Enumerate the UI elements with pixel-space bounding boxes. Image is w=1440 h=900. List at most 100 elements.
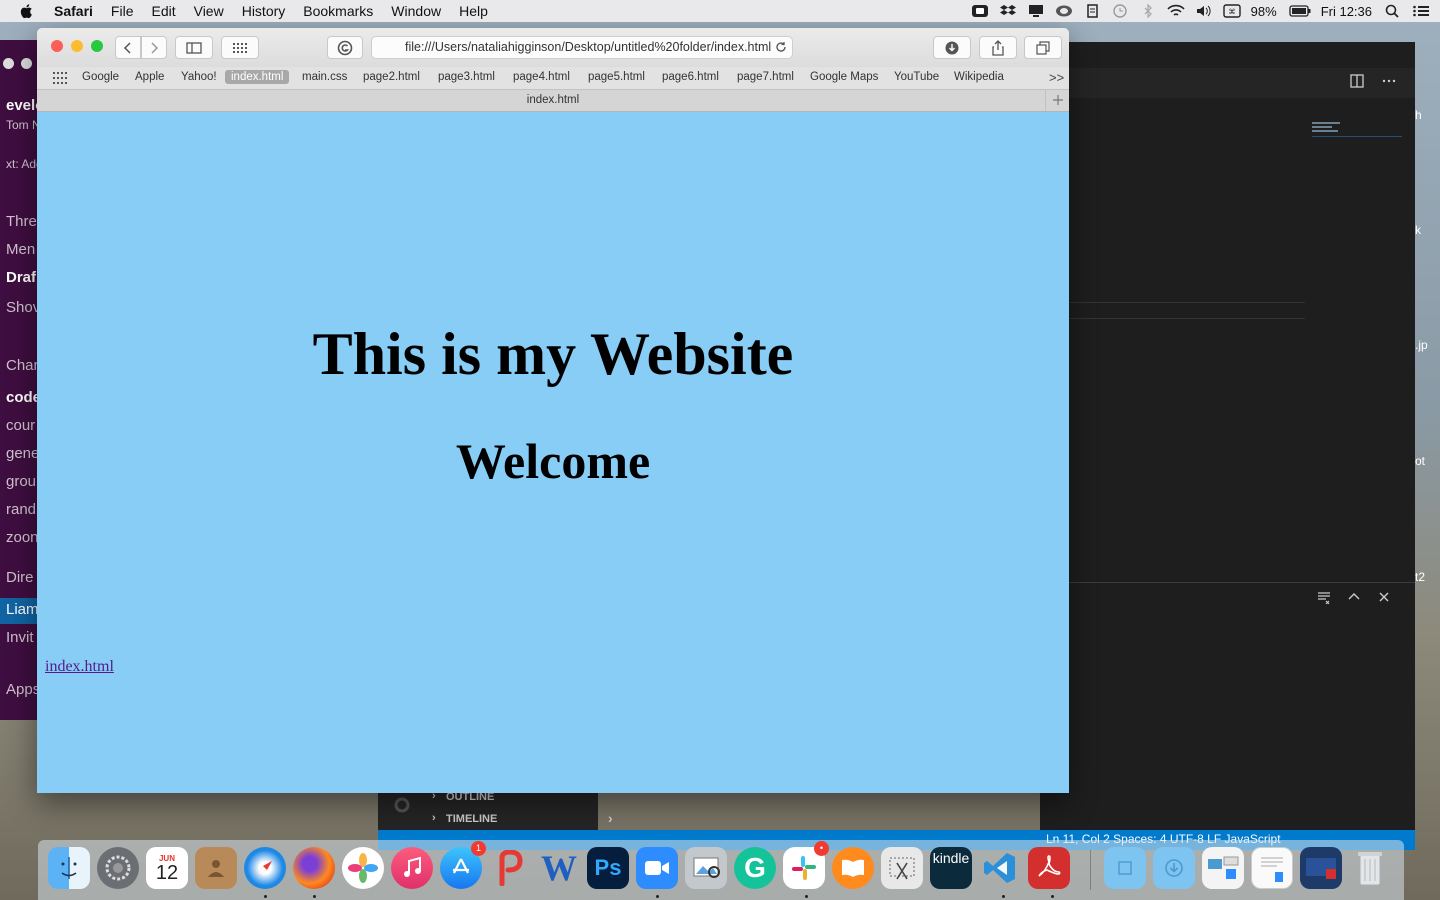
menu-help[interactable]: Help bbox=[459, 3, 488, 19]
firefox-icon[interactable] bbox=[293, 847, 335, 889]
show-tabs-button[interactable] bbox=[1024, 36, 1062, 59]
split-editor-icon[interactable] bbox=[1350, 74, 1364, 88]
favorite-apple[interactable]: Apple bbox=[135, 71, 164, 83]
notification-center-icon[interactable] bbox=[1412, 4, 1430, 18]
photoshop-icon[interactable]: Ps bbox=[587, 847, 629, 889]
forward-button[interactable] bbox=[141, 36, 167, 59]
slack-channel-general[interactable]: gene bbox=[6, 445, 39, 462]
menu-safari[interactable]: Safari bbox=[54, 3, 93, 19]
favorite-page7[interactable]: page7.html bbox=[737, 71, 794, 83]
apple-menu-icon[interactable] bbox=[19, 3, 35, 19]
minimap[interactable] bbox=[1312, 122, 1402, 142]
preview-icon[interactable] bbox=[685, 847, 727, 889]
slack-workspace-title[interactable]: evelop bbox=[6, 97, 40, 114]
address-bar[interactable]: file:///Users/nataliahigginson/Desktop/u… bbox=[371, 36, 793, 59]
favorite-google[interactable]: Google bbox=[82, 71, 119, 83]
spotlight-search-icon[interactable] bbox=[1384, 4, 1402, 18]
minimize-window-button[interactable] bbox=[71, 40, 83, 52]
applications-folder-icon[interactable] bbox=[1104, 847, 1146, 889]
index-link[interactable]: index.html bbox=[45, 658, 114, 676]
slack-channel-code[interactable]: code bbox=[6, 389, 40, 406]
system-preferences-icon[interactable] bbox=[97, 847, 139, 889]
time-machine-icon[interactable] bbox=[1111, 4, 1129, 18]
slack-channel-zoom[interactable]: zoon bbox=[6, 529, 39, 546]
menu-bookmarks[interactable]: Bookmarks bbox=[303, 3, 373, 19]
favorites-grid-icon[interactable] bbox=[53, 72, 67, 84]
favorites-overflow-button[interactable]: >> bbox=[1049, 70, 1064, 85]
slack-apps[interactable]: Apps bbox=[6, 681, 40, 698]
slack-dm-liam[interactable]: Liam bbox=[0, 598, 40, 624]
tab-index-html[interactable]: index.html bbox=[527, 94, 579, 106]
safari-app-icon[interactable] bbox=[244, 847, 286, 889]
favorite-page3[interactable]: page3.html bbox=[438, 71, 495, 83]
volume-icon[interactable] bbox=[1195, 4, 1213, 18]
extension-button[interactable] bbox=[327, 36, 363, 59]
zoom-window-button[interactable] bbox=[91, 40, 103, 52]
favorite-main-css[interactable]: main.css bbox=[302, 71, 347, 83]
menu-file[interactable]: File bbox=[111, 3, 134, 19]
chevron-right-icon[interactable]: › bbox=[608, 810, 613, 826]
favorite-index-html[interactable]: index.html bbox=[225, 70, 290, 84]
zoom-icon[interactable] bbox=[636, 847, 678, 889]
trash-icon[interactable] bbox=[1349, 847, 1391, 889]
slack-channel-course[interactable]: cour bbox=[6, 417, 35, 434]
favorite-page5[interactable]: page5.html bbox=[588, 71, 645, 83]
slack-invite[interactable]: Invit bbox=[6, 629, 34, 646]
slack-channels-header[interactable]: Char bbox=[6, 357, 39, 374]
favorite-page2[interactable]: page2.html bbox=[363, 71, 420, 83]
favorite-page4[interactable]: page4.html bbox=[513, 71, 570, 83]
contacts-icon[interactable] bbox=[195, 847, 237, 889]
menu-history[interactable]: History bbox=[242, 3, 286, 19]
keyboard-input-icon[interactable]: ⌘ bbox=[1222, 4, 1241, 18]
photos-icon[interactable] bbox=[342, 847, 384, 889]
share-button[interactable] bbox=[979, 36, 1017, 59]
close-panel-icon[interactable] bbox=[1377, 590, 1391, 604]
wifi-icon[interactable] bbox=[1167, 4, 1185, 18]
slack-channel-group[interactable]: grou bbox=[6, 473, 36, 490]
new-tab-button[interactable] bbox=[1045, 90, 1069, 111]
favorite-google-maps[interactable]: Google Maps bbox=[810, 71, 878, 83]
notes-icon[interactable] bbox=[1083, 4, 1101, 18]
menu-window[interactable]: Window bbox=[391, 3, 441, 19]
screen-record-icon[interactable] bbox=[971, 4, 989, 18]
display-icon[interactable] bbox=[1027, 4, 1045, 18]
slack-channel-random[interactable]: rand bbox=[6, 501, 36, 518]
app-store-icon[interactable]: 1 bbox=[440, 841, 486, 889]
paw-draw-icon[interactable] bbox=[489, 847, 531, 889]
slack-icon[interactable]: • bbox=[783, 841, 829, 889]
clear-output-icon[interactable] bbox=[1317, 590, 1331, 604]
favorite-page6[interactable]: page6.html bbox=[662, 71, 719, 83]
slack-item-show[interactable]: Shov bbox=[6, 299, 40, 316]
acrobat-icon[interactable] bbox=[1028, 847, 1070, 889]
menubar-clock[interactable]: Fri 12:36 bbox=[1321, 4, 1372, 19]
close-window-button[interactable] bbox=[51, 40, 63, 52]
dropbox-icon[interactable] bbox=[999, 4, 1017, 18]
menu-edit[interactable]: Edit bbox=[151, 3, 175, 19]
slack-direct-messages-header[interactable]: Dire bbox=[6, 569, 34, 586]
kindle-icon[interactable]: kindle bbox=[930, 847, 972, 889]
slack-item-threads[interactable]: Thre bbox=[6, 213, 37, 230]
sidebar-toggle-button[interactable] bbox=[175, 36, 213, 59]
battery-icon[interactable] bbox=[1289, 4, 1311, 18]
document-stack-icon[interactable] bbox=[1251, 847, 1293, 889]
screenshot-stack-icon[interactable] bbox=[1300, 847, 1342, 889]
creative-cloud-icon[interactable] bbox=[1055, 4, 1073, 18]
finder-icon[interactable] bbox=[48, 847, 90, 889]
grammarly-icon[interactable]: G bbox=[734, 847, 776, 889]
back-button[interactable] bbox=[115, 36, 141, 59]
timeline-section[interactable]: TIMELINE bbox=[446, 813, 497, 825]
favorite-yahoo[interactable]: Yahoo! bbox=[181, 71, 217, 83]
more-actions-icon[interactable] bbox=[1382, 74, 1396, 88]
word-icon[interactable]: W bbox=[538, 847, 580, 889]
favorite-wikipedia[interactable]: Wikipedia bbox=[954, 71, 1004, 83]
calendar-icon[interactable]: JUN 12 bbox=[146, 847, 188, 889]
menu-view[interactable]: View bbox=[194, 3, 224, 19]
top-sites-button[interactable] bbox=[221, 36, 259, 59]
screenshot-tool-icon[interactable] bbox=[881, 847, 923, 889]
downloads-folder-icon[interactable] bbox=[1153, 847, 1195, 889]
reload-icon[interactable] bbox=[775, 41, 787, 53]
favorite-youtube[interactable]: YouTube bbox=[894, 71, 939, 83]
books-icon[interactable] bbox=[832, 847, 874, 889]
downloads-button[interactable] bbox=[933, 36, 971, 59]
music-icon[interactable] bbox=[391, 847, 433, 889]
